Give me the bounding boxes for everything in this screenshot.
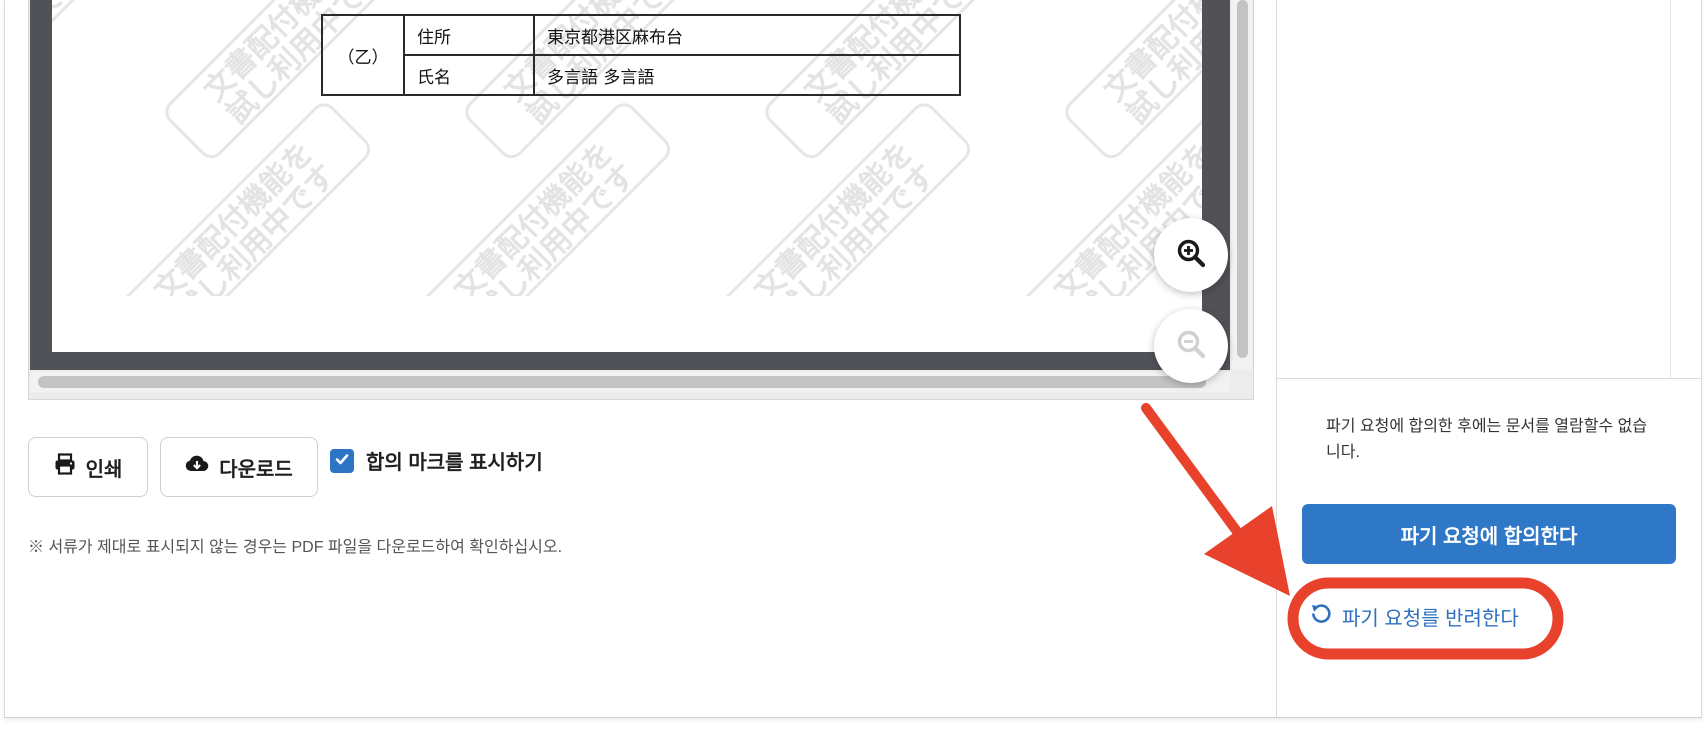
address-label: 住所: [403, 14, 535, 56]
watermark-stamp: [1060, 0, 1202, 165]
download-label: 다운로드: [219, 458, 293, 481]
agreement-mark-label[interactable]: 합의 마크를 표시하기: [366, 446, 543, 475]
reject-destruction-label: 파기 요청를 반려한다: [1342, 607, 1519, 630]
vertical-scroll-thumb[interactable]: [1237, 0, 1248, 358]
download-hint-note: ※ 서류가 제대로 표시되지 않는 경우는 PDF 파일을 다운로드하여 확인하…: [28, 539, 563, 556]
party-info-table: （乙） 住所 東京都港区麻布台 氏名 多言語 多言語: [321, 14, 961, 96]
zoom-in-button[interactable]: [1154, 218, 1228, 292]
side-panel-scroll-edge: [1670, 0, 1671, 378]
side-panel-divider: [1276, 0, 1277, 718]
party-cell: （乙）: [321, 14, 405, 96]
zoom-in-icon: [1176, 238, 1206, 272]
horizontal-scroll-thumb[interactable]: [38, 376, 1206, 388]
print-label: 인쇄: [85, 458, 123, 481]
printer-icon: [54, 453, 76, 481]
name-label: 氏名: [403, 54, 535, 96]
zoom-out-button[interactable]: [1154, 309, 1228, 383]
watermark-stamp: [52, 0, 127, 165]
cloud-download-icon: [185, 454, 209, 480]
download-button[interactable]: 다운로드: [160, 437, 318, 497]
checkmark-icon: [334, 451, 350, 471]
agree-destruction-button[interactable]: 파기 요청에 합의한다: [1302, 504, 1676, 564]
side-panel-separator: [1277, 378, 1701, 379]
name-value: 多言語 多言語: [533, 54, 961, 96]
address-value: 東京都港区麻布台: [533, 14, 961, 56]
vertical-scrollbar[interactable]: [1232, 0, 1252, 370]
horizontal-scrollbar[interactable]: [30, 372, 1230, 392]
agreement-mark-checkbox[interactable]: [330, 448, 354, 473]
reject-destruction-button[interactable]: 파기 요청를 반려한다: [1310, 596, 1519, 636]
document-page: 文書配付機能を 試し利用中です （乙） 住所 東京都港区麻布台 氏名 多言語 多…: [52, 0, 1202, 352]
agree-destruction-label: 파기 요청에 합의한다: [1400, 525, 1578, 548]
agreement-mark-toggle[interactable]: 합의 마크를 표시하기: [330, 446, 543, 475]
zoom-out-icon: [1176, 329, 1206, 363]
viewer-background: 文書配付機能を 試し利用中です （乙） 住所 東京都港区麻布台 氏名 多言語 多…: [30, 0, 1230, 370]
undo-icon: [1310, 602, 1332, 630]
print-button[interactable]: 인쇄: [28, 437, 148, 497]
destruction-info-text: 파기 요청에 합의한 후에는 문서를 열람할수 없습니다.: [1326, 418, 1648, 461]
table-row: （乙） 住所 東京都港区麻布台: [321, 14, 961, 96]
table-row: 氏名 多言語 多言語: [322, 54, 961, 96]
document-viewer[interactable]: 文書配付機能を 試し利用中です （乙） 住所 東京都港区麻布台 氏名 多言語 多…: [28, 0, 1254, 400]
